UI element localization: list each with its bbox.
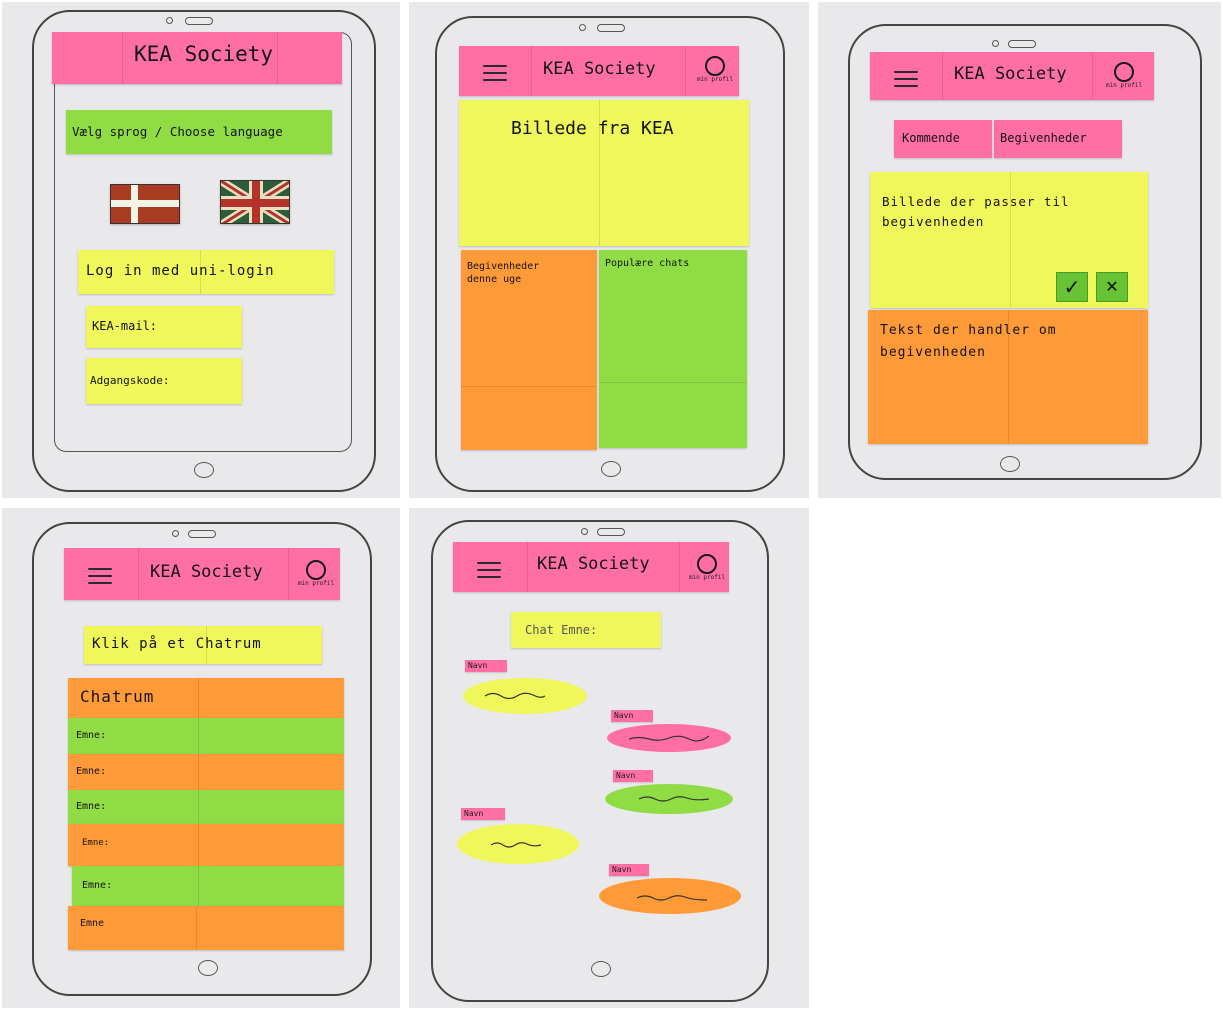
chatroom-row[interactable]: Emne:: [72, 866, 344, 906]
danish-flag-icon[interactable]: [110, 184, 180, 224]
app-title: KEA Society: [134, 42, 274, 66]
popular-chats-card[interactable]: Populære chats: [599, 250, 747, 448]
chat-message[interactable]: [607, 724, 731, 752]
home-button[interactable]: [194, 462, 214, 478]
tablet-camera: [992, 40, 999, 47]
profile-button[interactable]: min profil: [687, 554, 727, 581]
screen-chatrooms: KEA Society min profil Klik på et Chatru…: [2, 508, 400, 1008]
tab-upcoming[interactable]: Kommende: [894, 120, 992, 158]
chat-message[interactable]: [605, 784, 733, 814]
sender-name: Navn: [609, 864, 649, 876]
sender-name: Navn: [613, 770, 653, 782]
tablet-camera: [581, 528, 588, 535]
hero-image-placeholder: Billede fra KEA: [459, 100, 749, 246]
chat-message[interactable]: [457, 824, 579, 864]
tab-events[interactable]: Begivenheder: [994, 120, 1122, 158]
tablet-frame: [431, 520, 769, 1002]
chatroom-row[interactable]: Emne:: [68, 824, 344, 866]
profile-button[interactable]: min profil: [695, 56, 735, 83]
event-description: Tekst der handler om begivenheden: [868, 310, 1148, 444]
profile-icon: [705, 56, 725, 76]
app-header: KEA Society: [52, 32, 342, 84]
tablet-speaker: [597, 24, 625, 32]
screen-home: KEA Society min profil Billede fra KEA B…: [409, 2, 809, 498]
email-field[interactable]: KEA-mail:: [86, 306, 242, 348]
chat-message[interactable]: [463, 678, 587, 714]
tablet-speaker: [188, 530, 216, 538]
chatroom-row[interactable]: Emne:: [68, 754, 344, 790]
chatroom-row[interactable]: Emne:: [68, 790, 344, 824]
app-title: KEA Society: [954, 64, 1067, 84]
app-title: KEA Society: [150, 562, 263, 582]
tablet-camera: [579, 24, 586, 31]
sender-name: Navn: [465, 660, 507, 672]
tablet-speaker: [597, 528, 625, 536]
accept-button[interactable]: ✓: [1056, 272, 1088, 302]
profile-button[interactable]: min profil: [294, 560, 338, 587]
menu-icon[interactable]: [894, 66, 918, 92]
sender-name: Navn: [611, 710, 653, 722]
events-this-week-card[interactable]: Begivenheder denne uge: [461, 250, 597, 450]
chatroom-header: Chatrum: [68, 678, 344, 718]
decline-button[interactable]: ✕: [1096, 272, 1128, 302]
screen-chat: KEA Society min profil Chat Emne: Navn N…: [409, 508, 809, 1008]
app-header: KEA Society min profil: [459, 46, 739, 96]
app-title: KEA Society: [543, 59, 656, 79]
home-button[interactable]: [1000, 456, 1020, 472]
message-text-scribble: [639, 796, 709, 802]
chat-topic: Chat Emne:: [511, 612, 661, 648]
profile-button[interactable]: min profil: [1102, 62, 1146, 89]
profile-icon: [1114, 62, 1134, 82]
message-text-scribble: [637, 895, 707, 901]
sender-name: Navn: [461, 808, 505, 820]
british-flag-icon[interactable]: [220, 180, 290, 224]
language-prompt: Vælg sprog / Choose language: [66, 110, 332, 154]
chatroom-row[interactable]: Emne: [68, 906, 344, 950]
chat-message[interactable]: [599, 878, 741, 914]
menu-icon[interactable]: [477, 557, 501, 583]
message-text-scribble: [491, 842, 541, 848]
tablet-speaker: [185, 17, 213, 25]
uni-login-button[interactable]: Log in med uni-login: [78, 250, 334, 294]
menu-icon[interactable]: [483, 60, 507, 86]
profile-icon: [697, 554, 717, 574]
chatroom-instruction: Klik på et Chatrum: [84, 626, 322, 664]
tablet-speaker: [1008, 40, 1036, 48]
app-title: KEA Society: [537, 554, 650, 574]
password-field[interactable]: Adgangskode:: [86, 358, 242, 404]
home-button[interactable]: [198, 960, 218, 976]
event-image-placeholder: Billede der passer til begivenheden ✓ ✕: [870, 172, 1148, 308]
screen-event: KEA Society min profil Kommende Begivenh…: [818, 2, 1221, 498]
app-header: KEA Society min profil: [453, 542, 729, 592]
menu-icon[interactable]: [88, 563, 112, 589]
message-text-scribble: [485, 692, 545, 700]
chatroom-row[interactable]: Emne:: [68, 718, 344, 754]
home-button[interactable]: [591, 961, 611, 977]
home-button[interactable]: [601, 461, 621, 477]
app-header: KEA Society min profil: [870, 52, 1154, 100]
tablet-camera: [166, 17, 173, 24]
app-header: KEA Society min profil: [64, 548, 340, 600]
screen-login: KEA Society Vælg sprog / Choose language…: [2, 2, 400, 498]
tablet-camera: [172, 530, 179, 537]
profile-icon: [306, 560, 326, 580]
message-text-scribble: [629, 735, 709, 742]
